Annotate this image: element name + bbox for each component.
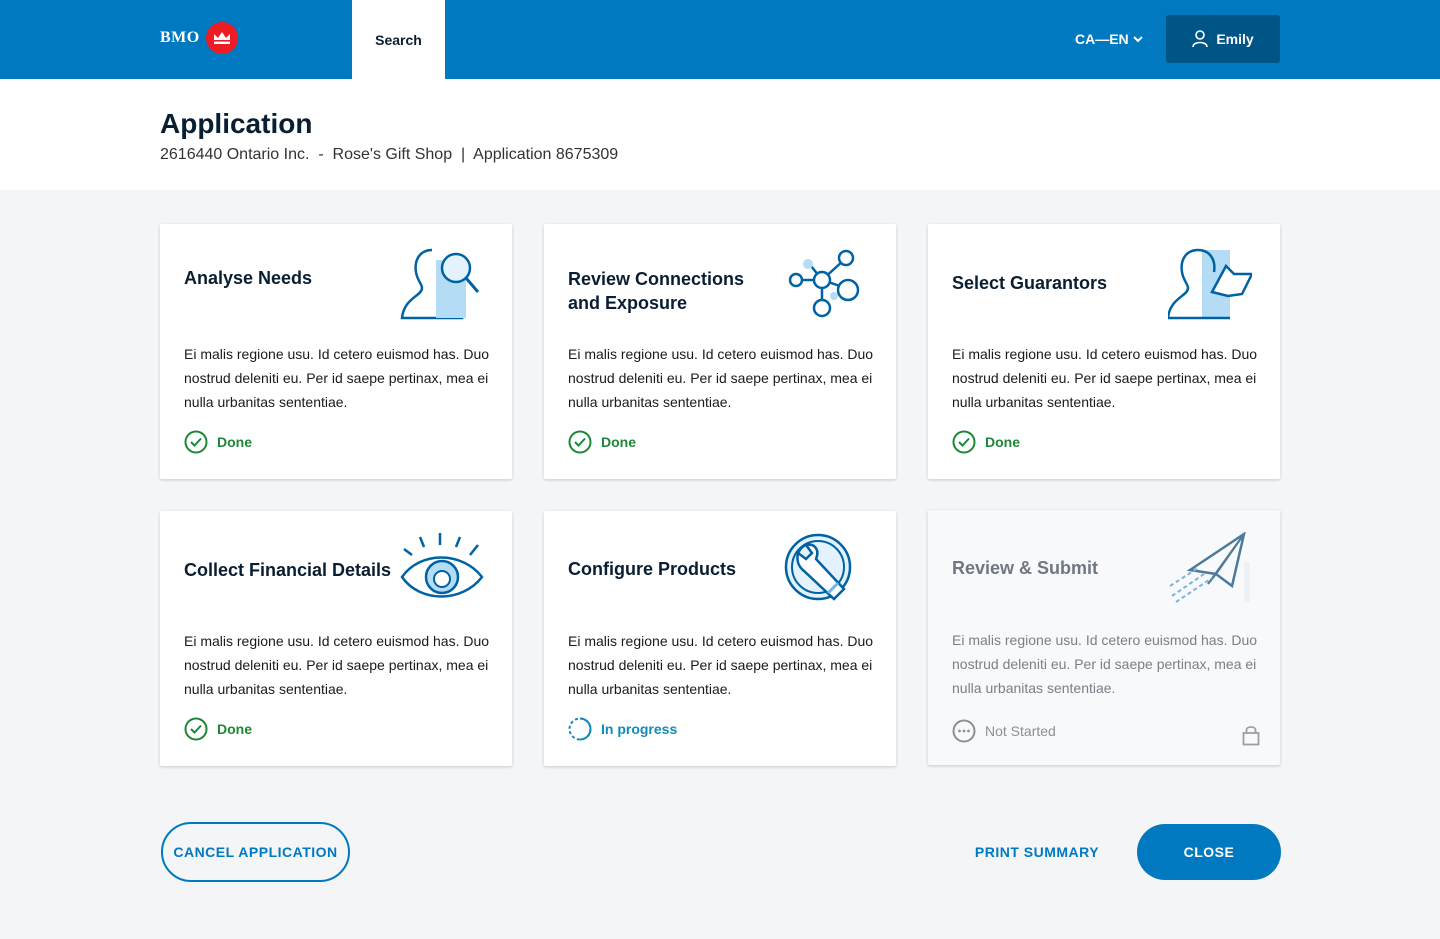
task-card-review-submit: Review & Submit Ei malis regione usu. Id… — [928, 510, 1280, 765]
check-circle-icon — [184, 717, 208, 741]
card-title: Select Guarantors — [952, 273, 1108, 293]
bmo-logo[interactable]: BMO — [160, 22, 238, 54]
task-card-select-guarantors[interactable]: Select Guarantors Ei malis regione usu. … — [928, 224, 1280, 479]
search-tab[interactable]: Search — [352, 0, 445, 79]
status-label: Done — [601, 434, 636, 450]
cancel-application-button[interactable]: CANCEL APPLICATION — [161, 822, 350, 882]
card-title: Collect Financial Details — [184, 560, 392, 580]
task-card-analyse-needs[interactable]: Analyse Needs Ei malis regione usu. Id c… — [160, 224, 512, 479]
check-circle-icon — [568, 430, 592, 454]
progress-spinner-icon — [568, 717, 592, 741]
card-description: Ei malis regione usu. Id cetero euismod … — [568, 633, 874, 697]
status-done: Done — [952, 430, 1020, 454]
status-done: Done — [184, 717, 252, 741]
card-title: Review Connections and Exposure — [568, 269, 745, 313]
card-description: Ei malis regione usu. Id cetero euismod … — [184, 346, 490, 410]
eye-icon — [400, 533, 484, 598]
bmo-roundel-icon — [205, 22, 238, 54]
user-icon — [1192, 30, 1209, 48]
card-title: Review & Submit — [952, 558, 1099, 578]
task-card-collect-financial-details[interactable]: Collect Financial Details Ei malis regio… — [160, 511, 512, 766]
not-started-icon — [952, 719, 976, 743]
check-circle-icon — [184, 430, 208, 454]
status-in-progress: In progress — [568, 717, 677, 741]
status-label: Not Started — [985, 723, 1056, 739]
language-selector[interactable]: CA—EN — [1075, 31, 1144, 47]
card-description: Ei malis regione usu. Id cetero euismod … — [184, 633, 490, 697]
status-label: Done — [217, 434, 252, 450]
card-title: Configure Products — [568, 559, 737, 579]
page-title: Application — [160, 108, 313, 139]
language-label: CA—EN — [1075, 31, 1129, 47]
page-subtitle: 2616440 Ontario Inc. - Rose's Gift Shop … — [160, 146, 619, 163]
person-pointer-icon — [1168, 248, 1252, 320]
paper-plane-icon — [1169, 532, 1250, 603]
card-description: Ei malis regione usu. Id cetero euismod … — [568, 346, 874, 410]
status-label: In progress — [601, 721, 678, 737]
wrench-icon — [784, 533, 852, 601]
task-card-configure-products[interactable]: Configure Products Ei malis regione usu.… — [544, 511, 896, 766]
user-name: Emily — [1216, 31, 1254, 47]
status-label: Done — [985, 434, 1020, 450]
check-circle-icon — [952, 430, 976, 454]
user-menu-button[interactable]: Emily — [1166, 15, 1280, 63]
status-not-started: Not Started — [952, 719, 1056, 743]
lock-icon — [1242, 726, 1260, 746]
close-button[interactable]: CLOSE — [1137, 824, 1281, 880]
card-description: Ei malis regione usu. Id cetero euismod … — [952, 346, 1258, 410]
print-summary-button[interactable]: PRINT SUMMARY — [966, 832, 1108, 872]
person-magnifier-icon — [400, 248, 480, 320]
card-title: Analyse Needs — [184, 268, 313, 288]
status-done: Done — [184, 430, 252, 454]
logo-text: BMO — [160, 29, 200, 46]
network-nodes-icon — [788, 249, 860, 318]
chevron-down-icon — [1132, 36, 1143, 43]
card-description: Ei malis regione usu. Id cetero euismod … — [952, 632, 1258, 696]
task-card-review-connections[interactable]: Review Connections and Exposure Ei malis… — [544, 224, 896, 479]
status-done: Done — [568, 430, 636, 454]
top-navigation-bar: BMO Search CA—EN Emily — [0, 0, 1440, 79]
status-label: Done — [217, 721, 252, 737]
